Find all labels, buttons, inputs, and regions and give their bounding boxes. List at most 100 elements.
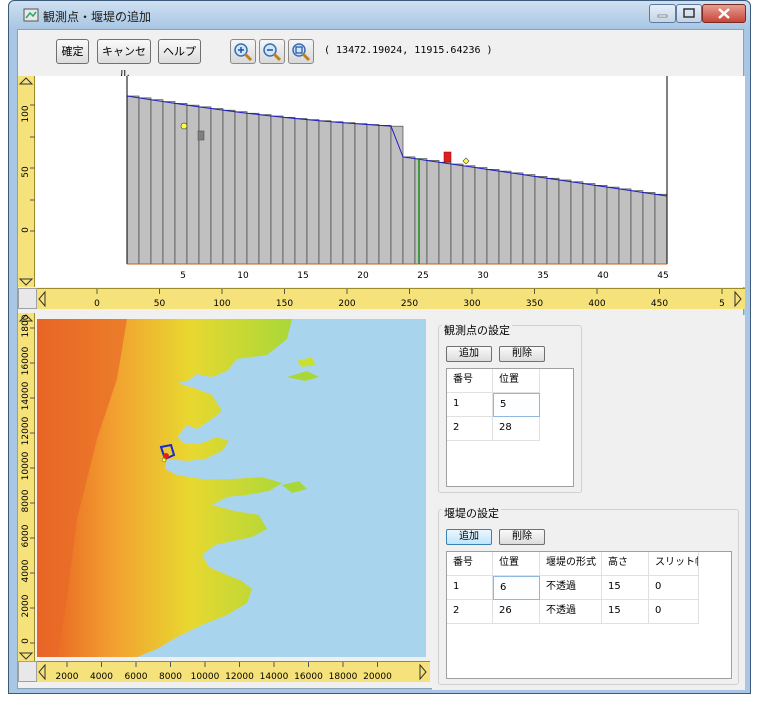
profile-section-bar (366, 124, 380, 265)
dam-header-slit-width[interactable]: スリット幅 (649, 552, 699, 576)
minimize-icon (657, 14, 668, 18)
observation-table[interactable]: 番号 位置 1 5 2 28 (446, 368, 574, 487)
zoom-in-button[interactable] (230, 39, 256, 64)
dam-add-button[interactable]: 追加 (446, 529, 492, 545)
profile-x-tick-label: 15 (297, 271, 308, 281)
zoom-in-icon (234, 43, 253, 62)
profile-x-tick-label: 30 (477, 271, 489, 281)
profile-section-bar (546, 177, 560, 265)
profile-horizontal-ruler[interactable]: 0 50 100 150 200 250 300 350 400 450 5 (37, 288, 745, 309)
close-icon (718, 8, 730, 19)
dam-header-position[interactable]: 位置 (493, 552, 540, 576)
map-vertical-ruler[interactable]: 0 2000 4000 6000 8000 10000 12000 14000 16000 180… (18, 313, 35, 661)
confirm-button[interactable]: 確定 (56, 39, 89, 64)
profile-section-bar (162, 101, 176, 265)
observation-header-number[interactable]: 番号 (447, 369, 493, 393)
observation-group-title: 観測点の設定 (442, 322, 512, 338)
observation-row-1-position[interactable]: 5 (493, 393, 540, 417)
map-y-ruler-label: 2000 (21, 594, 31, 617)
profile-section-bar (582, 183, 596, 265)
profile-horizontal-ruler-ticks: 0 50 100 150 200 250 300 350 400 450 5 (38, 289, 742, 309)
profile-x-tick-label: 10 (237, 271, 249, 281)
terrain-map[interactable] (37, 319, 426, 657)
dam-row-1-type[interactable]: 不透過 (540, 576, 602, 600)
profile-section-bar (306, 119, 320, 265)
ruler-corner-box (18, 288, 37, 309)
profile-section-bar (270, 115, 284, 265)
profile-x-tick-label: 5 (180, 271, 186, 281)
profile-vertical-ruler[interactable]: 100 50 0 (18, 76, 35, 287)
observation-marker-2[interactable] (462, 157, 470, 165)
dam-row-2-height[interactable]: 15 (602, 600, 649, 624)
profile-section-bar (222, 109, 236, 265)
profile-section-bar (474, 167, 488, 265)
observation-row-2-position[interactable]: 28 (493, 417, 540, 441)
dam-header-number[interactable]: 番号 (447, 552, 493, 576)
app-window: 観測点・堰堤の追加 確定 キャンセル ヘルプ ( 13472.19024, 11… (8, 0, 751, 694)
dam-row-1-slit-width[interactable]: 0 (649, 576, 699, 600)
profile-ruler-label: 250 (401, 299, 418, 309)
dam-row-1-position[interactable]: 6 (493, 576, 540, 600)
observation-header-position[interactable]: 位置 (493, 369, 540, 393)
zoom-out-button[interactable] (259, 39, 285, 64)
maximize-icon (683, 8, 695, 18)
minimize-button[interactable] (649, 4, 676, 23)
zoom-out-icon (263, 43, 282, 62)
window-title: 観測点・堰堤の追加 (43, 10, 152, 24)
map-x-ruler-label: 10000 (191, 672, 220, 682)
profile-section-bar (570, 181, 584, 265)
map-y-ruler-label: 14000 (21, 381, 31, 410)
map-y-ruler-label: 0 (21, 638, 31, 644)
profile-ruler-label: 450 (651, 299, 668, 309)
zoom-fit-icon (292, 43, 311, 62)
observation-row-1-number[interactable]: 1 (447, 393, 493, 417)
observation-marker-1[interactable] (180, 122, 188, 130)
profile-ruler-label-100: 100 (21, 105, 31, 122)
dam-delete-button[interactable]: 削除 (499, 529, 545, 545)
client-area: 確定 キャンセル ヘルプ ( 13472.19024, 11915.64236 … (17, 29, 745, 690)
map-x-ruler-label: 18000 (329, 672, 358, 682)
map-y-ruler-label: 6000 (21, 524, 31, 547)
profile-section-bar (498, 170, 512, 265)
profile-panel[interactable]: 100 50 0 5 10 15 20 25 30 35 40 45 (18, 76, 745, 287)
dam-table[interactable]: 番号 位置 堰堤の形式 高さ スリット幅 1 6 不透過 15 0 2 26 不… (446, 551, 732, 679)
dam-row-1-height[interactable]: 15 (602, 576, 649, 600)
dam-row-2-type[interactable]: 不透過 (540, 600, 602, 624)
profile-section-bar (198, 106, 212, 265)
dam-header-height[interactable]: 高さ (602, 552, 649, 576)
profile-section-bar (486, 169, 500, 265)
observation-map-marker[interactable] (161, 457, 167, 463)
observation-add-button[interactable]: 追加 (446, 346, 492, 362)
profile-section-bar (282, 116, 296, 265)
map-horizontal-ruler[interactable]: 2000 4000 6000 8000 10000 12000 14000 16000 1800… (37, 661, 430, 682)
cancel-button[interactable]: キャンセル (97, 39, 151, 81)
help-button[interactable]: ヘルプ (158, 39, 201, 64)
map-x-ruler-label: 12000 (225, 672, 254, 682)
dam-row-2-position[interactable]: 26 (493, 600, 540, 624)
profile-chart[interactable]: 5 10 15 20 25 30 35 40 45 (35, 76, 745, 287)
dam-row-2-number[interactable]: 2 (447, 600, 493, 624)
profile-section-bar (294, 118, 308, 265)
profile-section-bar (654, 193, 668, 265)
profile-section-bar (642, 192, 656, 265)
profile-ruler-label: 50 (154, 299, 166, 309)
profile-ruler-label: 100 (213, 299, 230, 309)
maximize-button[interactable] (676, 4, 702, 23)
title-bar[interactable]: 観測点・堰堤の追加 (9, 1, 750, 29)
close-button[interactable] (702, 4, 746, 23)
map-x-ruler-label: 14000 (260, 672, 289, 682)
zoom-fit-button[interactable] (288, 39, 314, 64)
observation-row-2-number[interactable]: 2 (447, 417, 493, 441)
dam-marker-1[interactable] (197, 130, 205, 141)
observation-delete-button[interactable]: 削除 (499, 346, 545, 362)
profile-section-bar (330, 121, 344, 265)
dam-row-2-slit-width[interactable]: 0 (649, 600, 699, 624)
map-vertical-ruler-ticks: 0 2000 4000 6000 8000 10000 12000 14000 16000 180… (18, 314, 35, 660)
profile-section-bar (186, 104, 200, 265)
dam-row-1-number[interactable]: 1 (447, 576, 493, 600)
profile-section-bar (150, 99, 164, 265)
profile-ruler-label: 350 (526, 299, 543, 309)
dam-marker-2[interactable] (443, 151, 452, 163)
profile-section-bar (402, 156, 416, 265)
dam-header-type[interactable]: 堰堤の形式 (540, 552, 602, 576)
